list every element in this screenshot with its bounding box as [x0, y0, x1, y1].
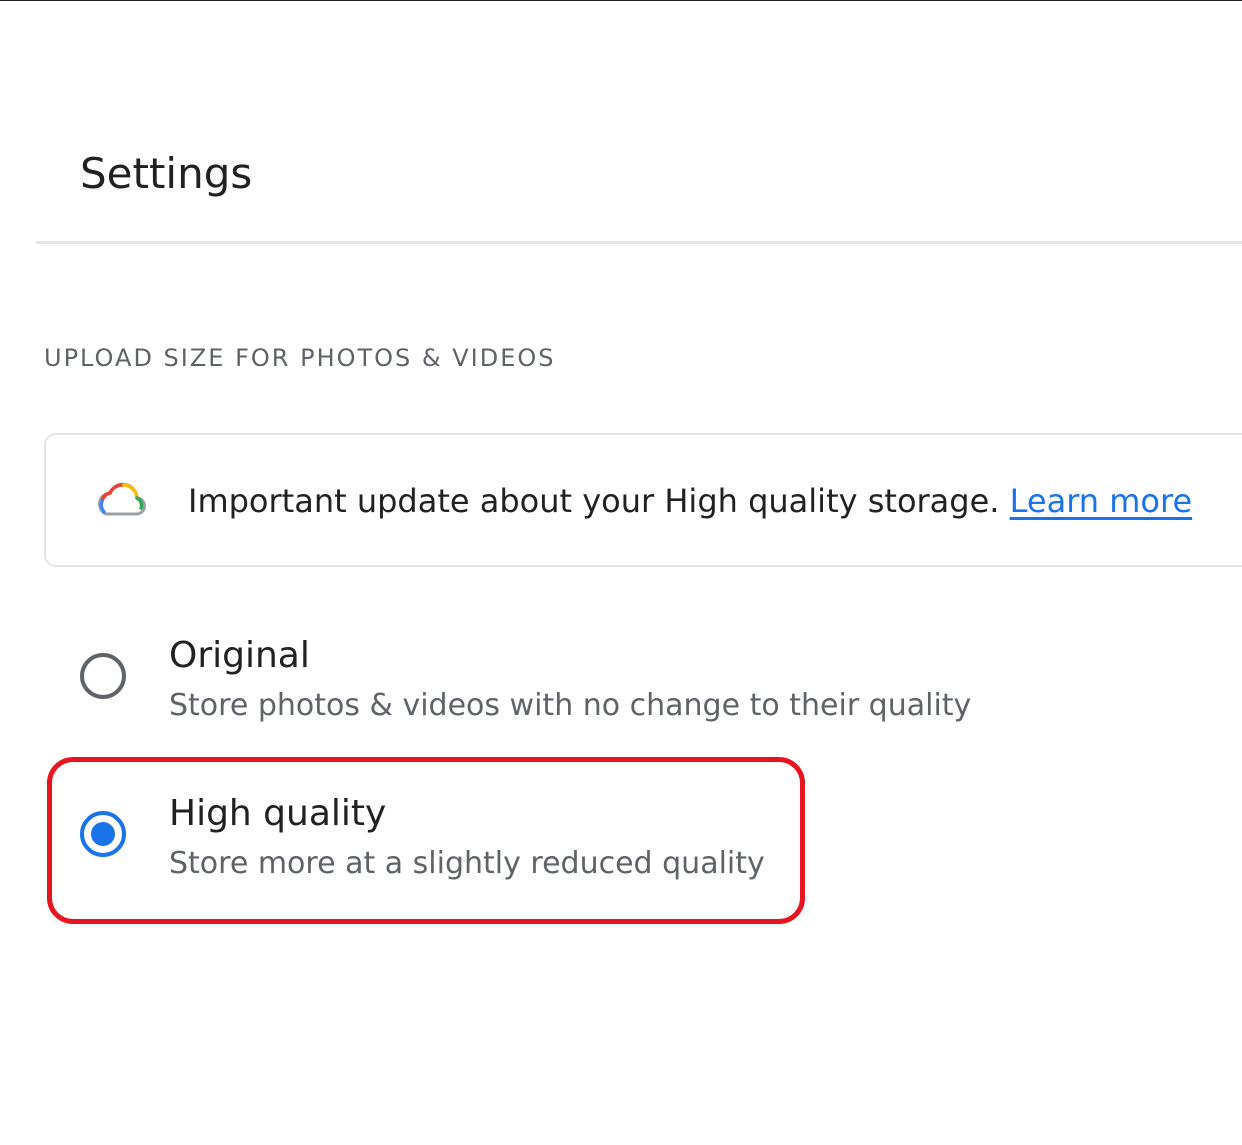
option-title: High quality [169, 793, 387, 834]
storage-notice-card: Important update about your High quality… [44, 433, 1242, 567]
option-description: Store photos & videos with no change to … [169, 688, 972, 723]
page-title: Settings [80, 149, 253, 198]
option-high-quality[interactable]: High quality Store more at a slightly re… [44, 778, 804, 908]
cloud-icon [98, 482, 146, 516]
section-heading: UPLOAD SIZE FOR PHOTOS & VIDEOS [44, 344, 556, 372]
notice-text: Important update about your High quality… [188, 482, 1000, 520]
header-divider [36, 241, 1242, 244]
radio-high-quality[interactable] [80, 811, 126, 857]
option-description: Store more at a slightly reduced quality [169, 846, 765, 881]
settings-page: Settings UPLOAD SIZE FOR PHOTOS & VIDEOS… [0, 0, 1242, 1145]
option-title: Original [169, 635, 310, 676]
option-original[interactable]: Original Store photos & videos with no c… [44, 620, 971, 750]
top-border [0, 0, 1242, 1]
radio-original[interactable] [80, 653, 126, 699]
learn-more-link[interactable]: Learn more [1010, 482, 1193, 520]
notice-message: Important update about your High quality… [188, 479, 1192, 523]
